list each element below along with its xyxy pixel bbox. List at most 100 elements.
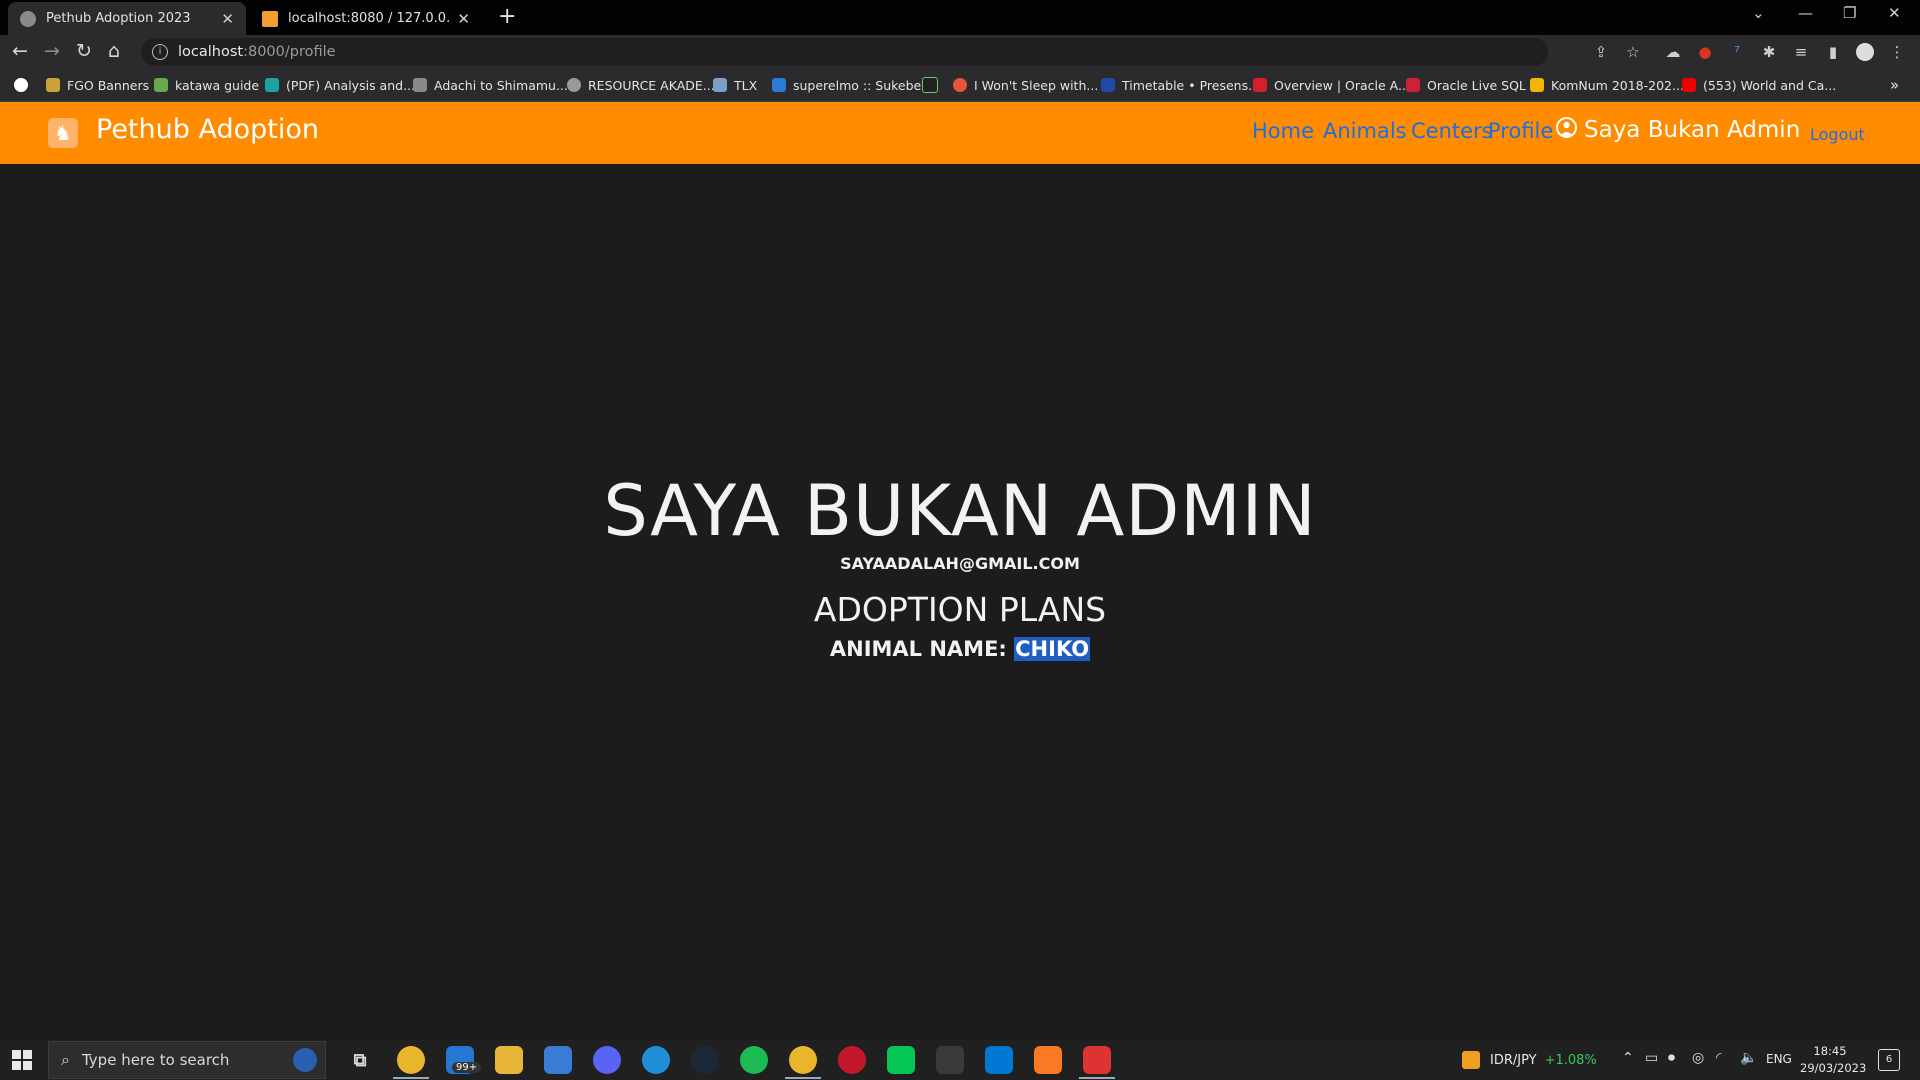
notification-center-icon[interactable]: 6 [1878,1049,1900,1071]
site-navbar: ♞ Pethub Adoption Home Animals Centers P… [0,102,1920,164]
microphone-icon[interactable]: ⏺ [1668,1050,1675,1066]
windows-taskbar: ⌕ Type here to search ⧉ 99+ IDR/JPY +1.0… [0,1040,1920,1080]
bookmark-icon-only[interactable] [922,69,945,101]
youtube-icon [1682,78,1696,92]
media-control-icon[interactable]: ≡ [1792,43,1810,61]
bookmark-youtube[interactable]: (553) World and Ca... [1682,69,1836,101]
extension-cloud-icon[interactable]: ☁ [1664,43,1682,61]
bookmark-i-wont-sleep[interactable]: I Won't Sleep with... [953,69,1098,101]
bookmark-label: (PDF) Analysis and... [286,77,415,93]
nav-profile[interactable]: Profile [1488,119,1553,143]
restore-button[interactable]: ❐ [1843,4,1856,22]
task-view-icon[interactable]: ⧉ [346,1046,374,1074]
cat-logo-icon[interactable]: ♞ [48,118,78,148]
bookmarks-bar: FGO Banners katawa guide (PDF) Analysis … [0,69,1920,102]
extensions-puzzle-icon[interactable]: ✱ [1760,43,1778,61]
url-host: localhost [178,44,244,60]
navbar-username: Saya Bukan Admin [1584,117,1801,143]
home-button[interactable]: ⌂ [108,40,120,62]
bookmark-tlx[interactable]: TLX [713,69,757,101]
search-placeholder: Type here to search [81,1051,230,1069]
git-tool-icon[interactable] [936,1046,964,1074]
edge-icon[interactable] [642,1046,670,1074]
logout-link[interactable]: Logout [1810,125,1865,144]
volume-icon[interactable]: 🔈 [1740,1050,1757,1066]
bookmark-label: RESOURCE AKADE... [588,77,715,93]
xampp-icon[interactable] [1034,1046,1062,1074]
side-panel-icon[interactable]: ▮ [1824,43,1842,61]
windows-start-icon[interactable] [12,1050,32,1070]
running-indicator [1079,1077,1115,1079]
animal-name-value: CHIKO [1014,637,1091,661]
bookmark-katawa-guide[interactable]: katawa guide [154,69,259,101]
bookmark-fgo-banners[interactable]: FGO Banners [46,69,149,101]
bookmark-favicon-icon [713,78,727,92]
tab-search-icon[interactable]: ⌄ [1752,4,1765,22]
bookmark-resource-akademik[interactable]: RESOURCE AKADE... [567,69,715,101]
bookmark-favicon-icon [953,78,967,92]
bookmark-superelmo[interactable]: superelmo :: Sukebei [772,69,925,101]
forward-button[interactable]: → [44,40,60,62]
app-icon[interactable] [1083,1046,1111,1074]
nav-centers[interactable]: Centers [1411,119,1493,143]
vscode-icon[interactable] [985,1046,1013,1074]
nav-home[interactable]: Home [1252,119,1314,143]
more-bookmarks-icon[interactable]: » [1890,69,1899,101]
bookmark-favicon-icon [154,78,168,92]
translate-extension-icon[interactable]: ⁷ [1728,43,1746,61]
ublock-icon[interactable]: ● [1696,43,1714,61]
wifi-icon[interactable]: ◜ [1716,1050,1721,1066]
site-brand[interactable]: Pethub Adoption [96,114,319,145]
stock-ticker-widget[interactable]: IDR/JPY +1.08% [1462,1040,1597,1080]
line-icon[interactable] [887,1046,915,1074]
bookmark-favicon-icon [413,78,427,92]
user-circle-icon [1556,117,1577,138]
nav-animals[interactable]: Animals [1323,119,1407,143]
file-explorer-icon[interactable] [495,1046,523,1074]
bookmark-oracle-live-sql[interactable]: Oracle Live SQL [1406,69,1526,101]
spotify-icon[interactable] [740,1046,768,1074]
close-tab-icon[interactable]: ✕ [221,10,234,28]
bookmark-star-icon[interactable]: ☆ [1624,43,1642,61]
tab-phpmyadmin[interactable]: localhost:8080 / 127.0.0.1 / pethub ✕ [250,2,482,35]
close-window-button[interactable]: ✕ [1888,4,1901,22]
discord-icon[interactable] [593,1046,621,1074]
address-bar[interactable]: i localhost:8000/profile [141,38,1548,66]
new-tab-button[interactable]: + [498,4,516,29]
show-hidden-icons-icon[interactable]: ⌃ [1622,1050,1634,1066]
bookmark-oracle-overview[interactable]: Overview | Oracle A... [1253,69,1410,101]
minimize-button[interactable]: — [1798,4,1813,22]
site-info-icon[interactable]: i [152,44,168,60]
url-text[interactable]: localhost:8000/profile [178,44,336,60]
google-icon[interactable] [14,69,35,101]
bookmark-adachi[interactable]: Adachi to Shimamu... [413,69,568,101]
media-player-icon[interactable] [838,1046,866,1074]
language-indicator[interactable]: ENG [1766,1052,1792,1066]
bing-icon[interactable] [293,1048,317,1072]
tab-pethub[interactable]: Pethub Adoption 2023 ✕ [8,2,246,35]
microsoft-store-icon[interactable] [544,1046,572,1074]
back-button[interactable]: ← [12,40,28,62]
bookmark-pdf-analysis[interactable]: (PDF) Analysis and... [265,69,415,101]
reload-button[interactable]: ↻ [76,40,92,62]
taskbar-search[interactable]: ⌕ Type here to search [48,1041,326,1079]
bookmark-favicon-icon [1101,78,1115,92]
chrome-profile-icon[interactable] [789,1046,817,1074]
system-clock[interactable]: 18:45 29/03/2023 [1800,1043,1866,1077]
close-tab-icon[interactable]: ✕ [457,10,470,28]
profile-avatar-icon[interactable] [1856,43,1874,61]
menu-kebab-icon[interactable]: ⋮ [1888,43,1906,61]
bookmark-favicon-icon [1530,78,1544,92]
share-icon[interactable]: ⇪ [1592,43,1610,61]
bookmark-timetable[interactable]: Timetable • Presens... [1101,69,1260,101]
chrome-icon[interactable] [397,1046,425,1074]
bookmark-label: TLX [734,77,758,93]
bookmark-favicon-icon [772,78,786,92]
adoption-plans-heading: ADOPTION PLANS [813,590,1107,629]
notification-count: 6 [1885,1054,1893,1065]
bookmark-label: Timetable • Presens... [1122,77,1261,93]
meet-now-icon[interactable]: ▭ [1645,1050,1658,1066]
network-vpn-icon[interactable]: ◎ [1692,1050,1704,1066]
steam-icon[interactable] [691,1046,719,1074]
bookmark-komnum[interactable]: KomNum 2018-202... [1530,69,1684,101]
